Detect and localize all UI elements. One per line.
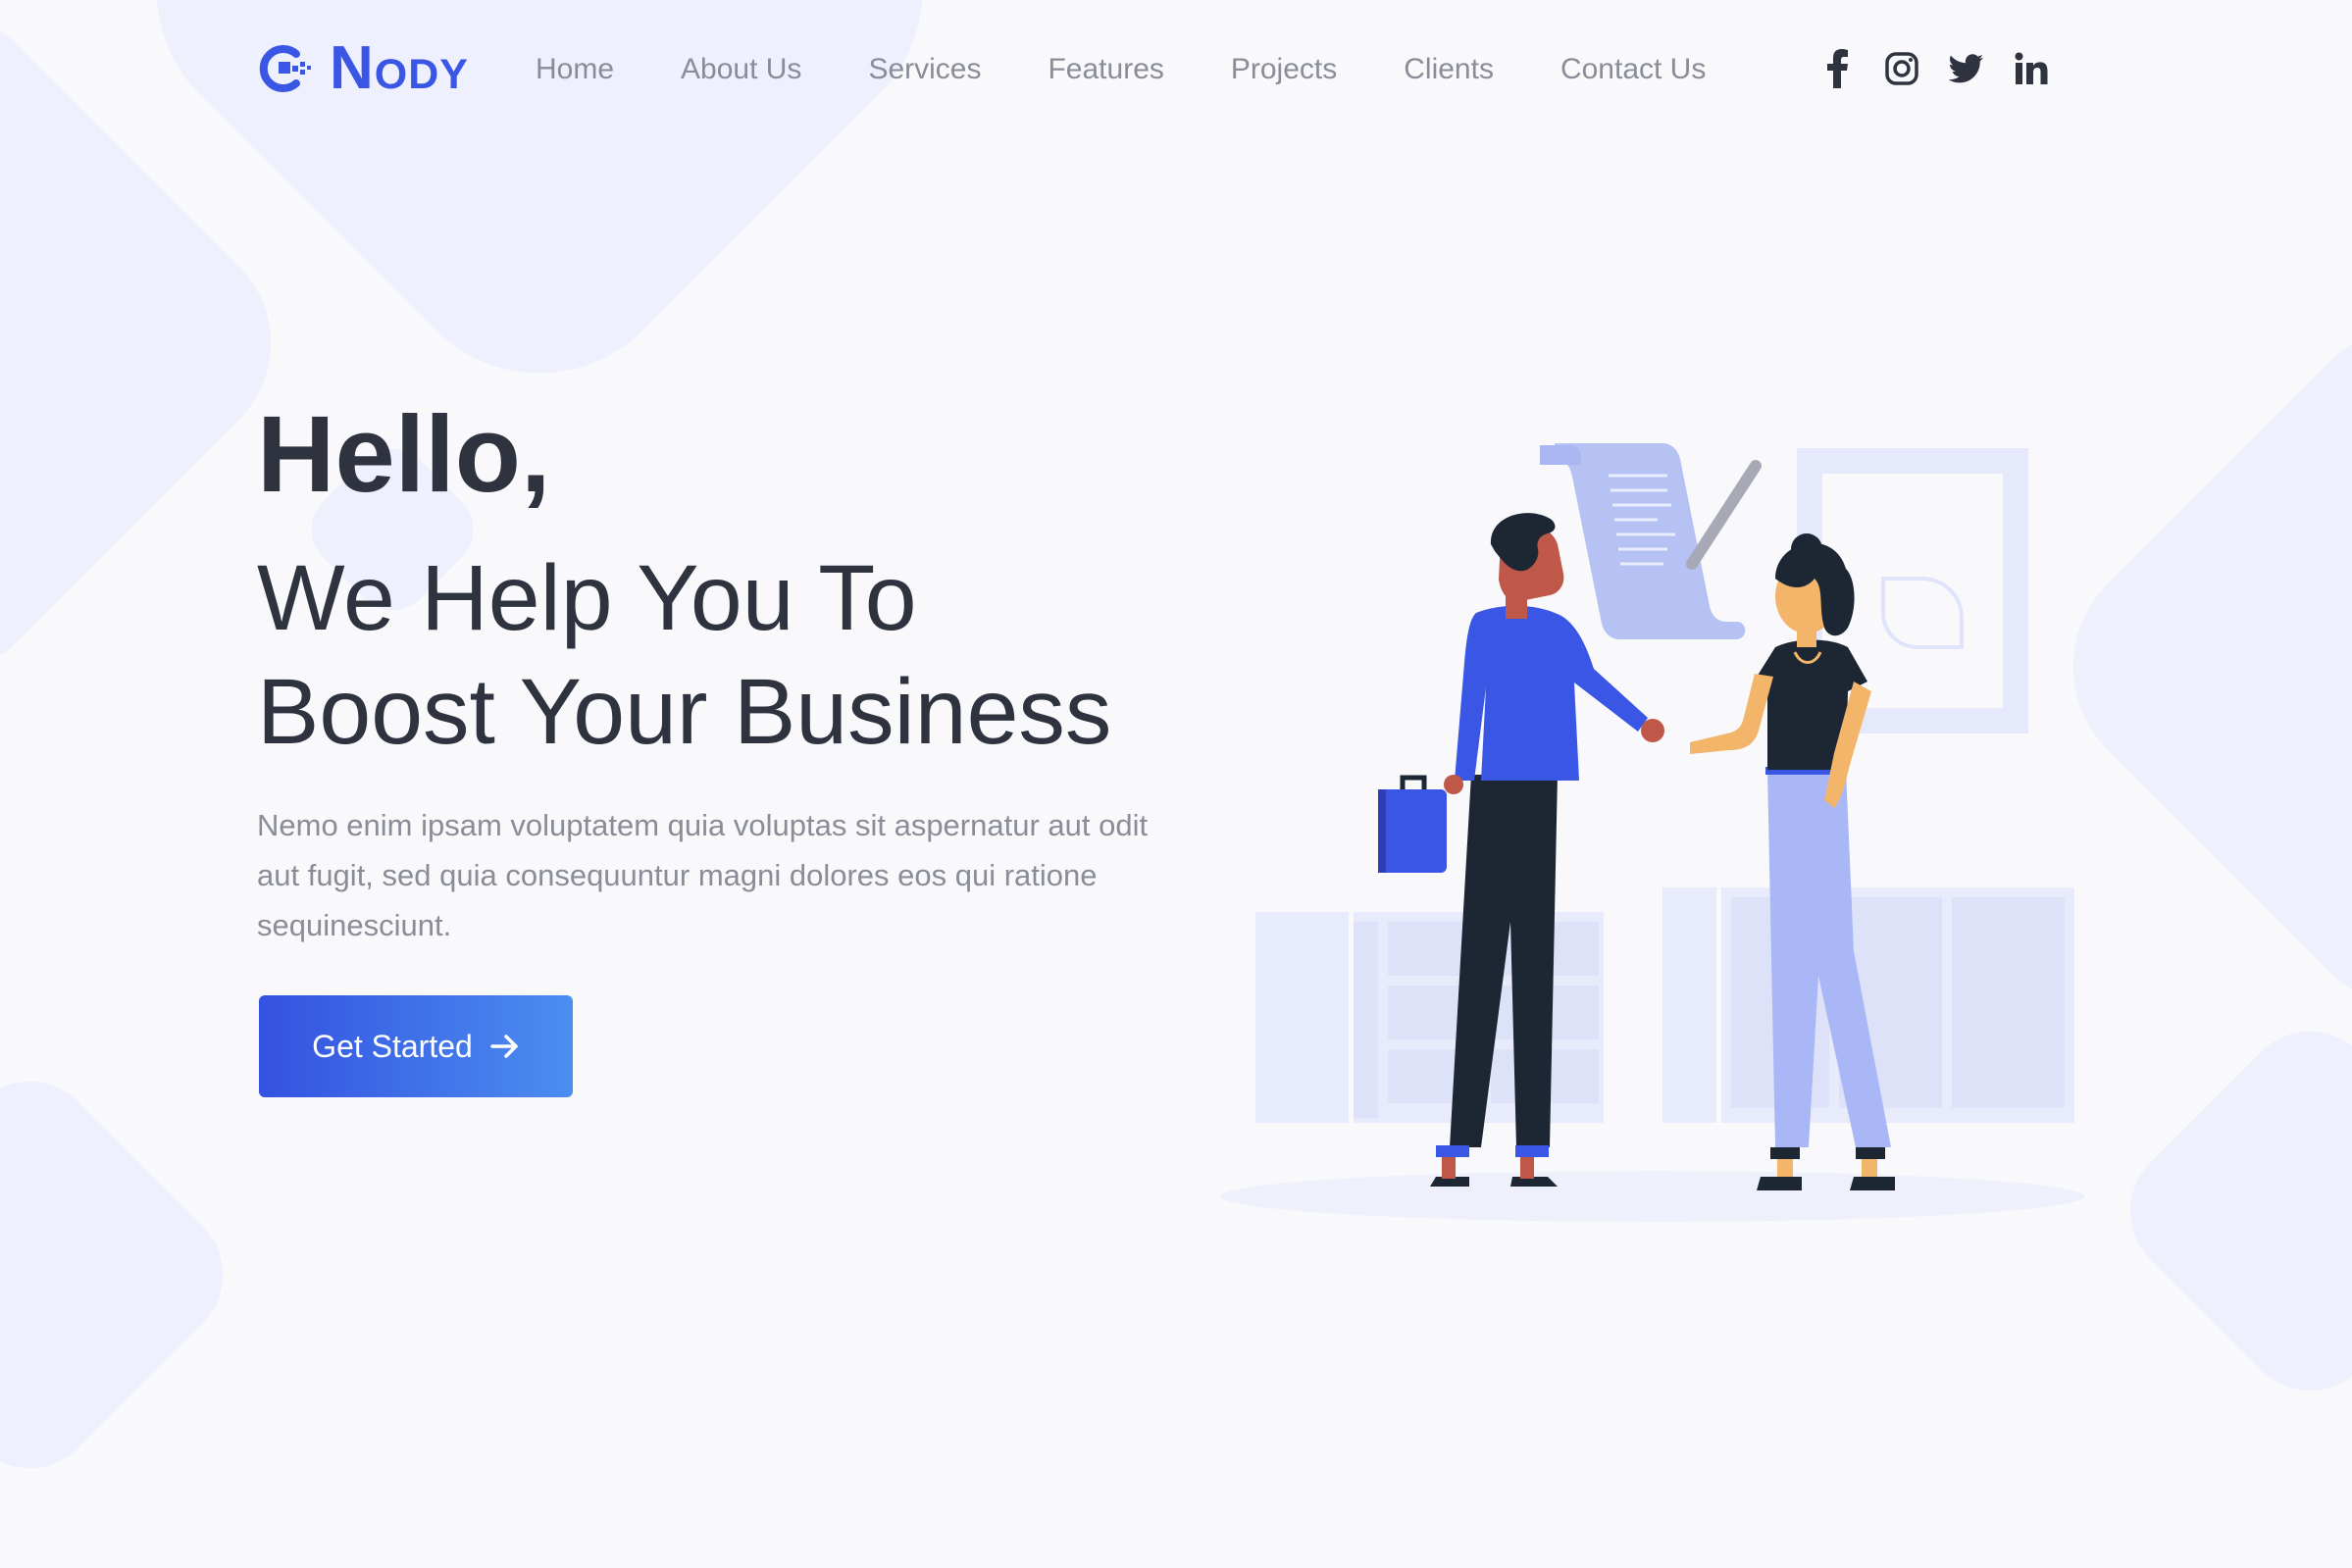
landing-page: Nody Home About Us Services Features Pro… (0, 0, 2352, 1568)
linkedin-icon[interactable] (2014, 49, 2049, 88)
arrow-right-icon (490, 1035, 518, 1058)
background-shape (0, 1052, 252, 1497)
nav-projects[interactable]: Projects (1231, 53, 1337, 86)
social-links (1819, 49, 2049, 88)
handshake-illustration (1221, 443, 2084, 1222)
brand-name: Nody (330, 34, 469, 102)
nav-services[interactable]: Services (868, 53, 981, 86)
nav-features[interactable]: Features (1048, 53, 1163, 86)
nav-about-us[interactable]: About Us (681, 53, 801, 86)
hero-title-line: Boost Your Business (257, 660, 1112, 764)
hero-title: We Help You To Boost Your Business (257, 541, 1111, 769)
main-nav: Home About Us Services Features Projects… (536, 53, 1772, 86)
get-started-button[interactable]: Get Started (259, 995, 573, 1097)
hero-title-line: We Help You To (257, 546, 917, 650)
logo-icon (259, 44, 311, 92)
brand-logo[interactable]: Nody (257, 33, 469, 103)
nav-clients[interactable]: Clients (1404, 53, 1494, 86)
hero-greeting: Hello, (257, 394, 551, 515)
background-shape (2101, 1002, 2352, 1420)
hero-description: Nemo enim ipsam voluptatem quia voluptas… (257, 808, 1149, 942)
facebook-icon[interactable] (1819, 49, 1855, 88)
nav-contact-us[interactable]: Contact Us (1560, 53, 1706, 86)
twitter-icon[interactable] (1949, 49, 1984, 88)
get-started-label: Get Started (312, 1028, 473, 1064)
instagram-icon[interactable] (1884, 49, 1919, 88)
nav-home[interactable]: Home (536, 53, 614, 86)
